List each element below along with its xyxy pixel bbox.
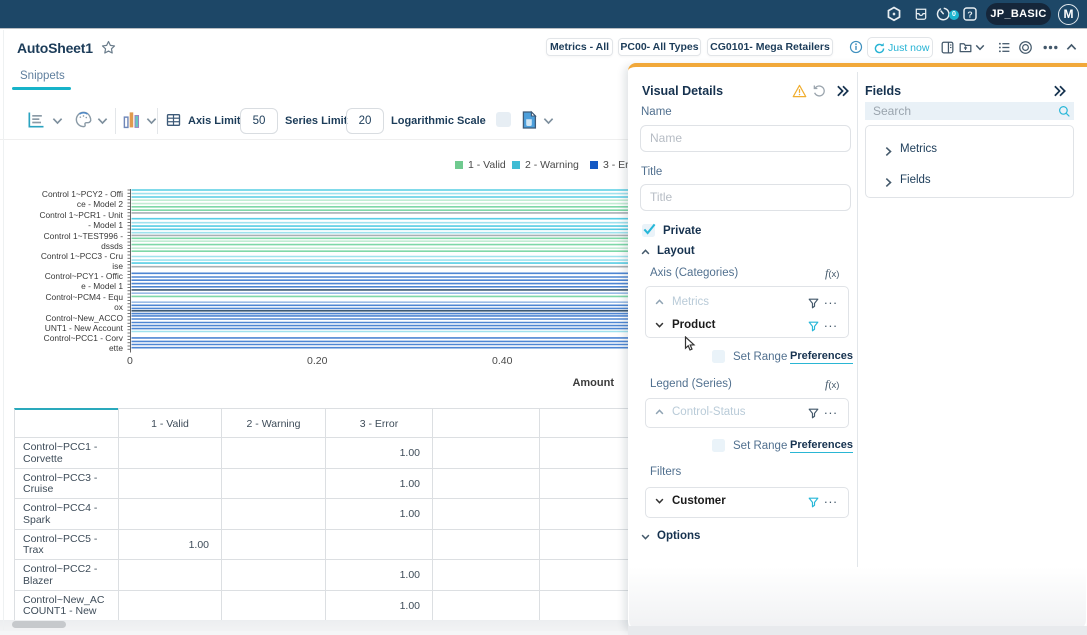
svg-text:?: ?: [967, 9, 972, 19]
